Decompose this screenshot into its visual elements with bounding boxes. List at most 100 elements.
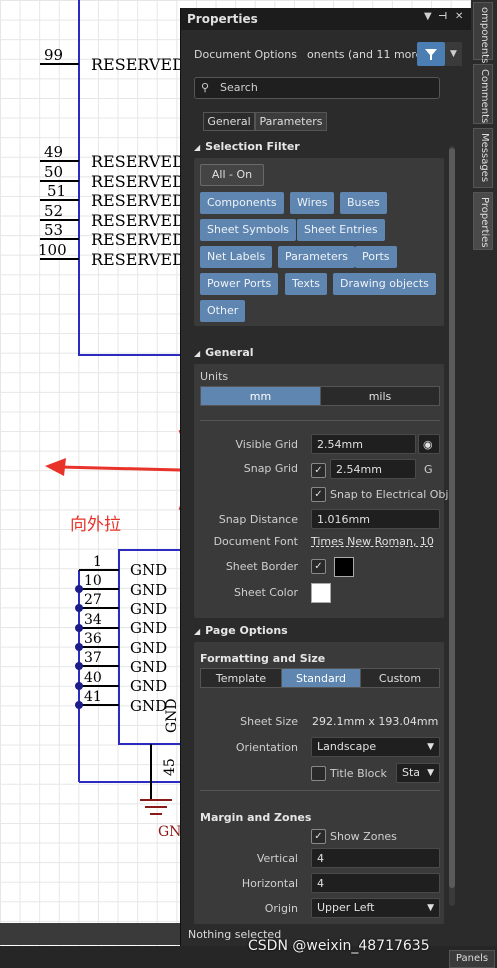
snap-grid-checkbox[interactable]: ✓ <box>311 463 326 478</box>
sheet-color-swatch[interactable] <box>311 583 331 603</box>
divider <box>200 420 440 421</box>
snap-distance-field[interactable]: 1.016mm <box>311 509 440 529</box>
search-box[interactable]: ⚲ Search <box>194 77 440 99</box>
snap-grid-label: Snap Grid <box>243 462 298 475</box>
units-mils[interactable]: mils <box>320 386 440 406</box>
pin-number: 49 <box>44 143 63 161</box>
gnd-vertical-label: GND <box>164 698 180 733</box>
pin-number: 10 <box>84 573 102 589</box>
side-tab-properties[interactable]: Properties <box>473 192 493 250</box>
sheet-color-label: Sheet Color <box>233 586 298 599</box>
filter-chip-components[interactable]: Components <box>200 192 284 214</box>
show-zones-checkbox[interactable]: ✓ <box>311 829 326 844</box>
pin-label: GND <box>130 697 167 715</box>
pin-number: 99 <box>44 46 63 64</box>
filter-chip-sheet-entries[interactable]: Sheet Entries <box>297 219 385 241</box>
document-font-link[interactable]: Times New Roman, 10 <box>311 535 434 548</box>
filter-chip-other[interactable]: Other <box>200 300 246 322</box>
margin-zones-heading: Margin and Zones <box>200 811 312 824</box>
filter-chip-drawing-objects[interactable]: Drawing objects <box>333 273 436 295</box>
filter-chip-buses[interactable]: Buses <box>340 192 387 214</box>
units-mm[interactable]: mm <box>200 386 321 406</box>
close-icon[interactable]: ✕ <box>455 11 463 22</box>
sheet-border-label: Sheet Border <box>225 560 298 573</box>
mode-standard[interactable]: Standard <box>281 668 361 688</box>
panel-scrollbar[interactable] <box>449 146 455 906</box>
sheet-border-checkbox[interactable]: ✓ <box>311 559 326 574</box>
pin-icon[interactable]: ⊣ <box>438 11 447 22</box>
sheet-size-label: Sheet Size <box>240 715 298 728</box>
orientation-label: Orientation <box>235 741 298 754</box>
horizontal-field[interactable]: 4 <box>311 873 440 893</box>
general-heading[interactable]: ◢ General <box>194 346 254 359</box>
title-block-dropdown[interactable]: Sta ▼ <box>396 763 440 783</box>
filter-chip-parameters[interactable]: Parameters <box>278 246 355 268</box>
pin-label: GND <box>130 677 167 695</box>
pin-label: RESERVED <box>91 211 185 230</box>
side-tab-comments[interactable]: Comments <box>473 64 493 124</box>
divider <box>200 790 440 791</box>
panel-menu-icon[interactable]: ▼ <box>424 11 432 22</box>
document-options[interactable]: Document Options onents (and 11 more) <box>189 42 427 66</box>
pin-number: 36 <box>84 631 102 647</box>
filter-chip-ports[interactable]: Ports <box>355 246 397 268</box>
pin-number: 50 <box>44 163 63 181</box>
annotation-text: 向外拉 <box>70 515 121 535</box>
filter-button[interactable] <box>417 42 445 66</box>
snap-grid-field[interactable]: 2.54mm <box>330 459 416 479</box>
vertical-field[interactable]: 4 <box>311 848 440 868</box>
horizontal-label: Horizontal <box>241 877 298 890</box>
panel-titlebar[interactable]: Properties ▼ ⊣ ✕ <box>181 8 471 30</box>
snap-grid-shortcut: G <box>424 463 433 476</box>
pin-label: GND <box>130 581 167 599</box>
filter-chip-power-ports[interactable]: Power Ports <box>200 273 279 295</box>
sheet-border-color[interactable] <box>334 557 354 577</box>
mode-template[interactable]: Template <box>200 668 282 688</box>
selection-filter-heading[interactable]: ◢ Selection Filter <box>194 140 300 153</box>
snap-distance-label: Snap Distance <box>218 513 298 526</box>
page-options-heading[interactable]: ◢ Page Options <box>194 624 288 637</box>
gnd-power-label: GN <box>158 824 181 840</box>
mode-custom[interactable]: Custom <box>360 668 440 688</box>
pin-number: 27 <box>84 592 102 608</box>
filter-chip-wires[interactable]: Wires <box>290 192 335 214</box>
selection-filter-box: All - On Components Wires Buses Sheet Sy… <box>194 158 444 326</box>
sheet-size-value: 292.1mm x 193.04mm <box>312 715 439 728</box>
doc-options-filter: onents (and 11 more) <box>307 48 427 61</box>
filter-dropdown-button[interactable]: ▼ <box>445 42 462 66</box>
search-icon: ⚲ <box>201 81 210 94</box>
scrollbar-thumb[interactable] <box>449 148 455 888</box>
orientation-dropdown[interactable]: Landscape ▼ <box>311 737 440 757</box>
pin-number: 45 <box>162 758 178 776</box>
filter-icon <box>425 49 437 60</box>
title-block-label: Title Block <box>330 767 387 780</box>
panel-title: Properties <box>187 12 258 26</box>
pin-label: GND <box>130 619 167 637</box>
visible-grid-field[interactable]: 2.54mm <box>311 434 416 454</box>
filter-chip-net-labels[interactable]: Net Labels <box>200 246 273 268</box>
pin-label: RESERVED <box>91 152 185 171</box>
tab-general[interactable]: General <box>203 112 255 131</box>
search-input[interactable]: Search <box>220 81 258 94</box>
pin-number: 51 <box>47 182 66 200</box>
all-on-button[interactable]: All - On <box>200 164 264 186</box>
eye-icon[interactable]: ◉ <box>418 434 440 454</box>
chevron-down-icon: ▼ <box>427 903 434 913</box>
side-tab-messages[interactable]: Messages <box>473 128 493 188</box>
general-box: Units mm mils Visible Grid 2.54mm ◉ Snap… <box>194 364 448 618</box>
filter-chip-sheet-symbols[interactable]: Sheet Symbols <box>200 219 297 241</box>
origin-dropdown[interactable]: Upper Left ▼ <box>311 898 440 918</box>
watermark: CSDN @weixin_48717635 <box>248 938 430 954</box>
side-tab-components[interactable]: omponents <box>473 2 493 63</box>
tab-parameters[interactable]: Parameters <box>255 112 327 131</box>
filter-chip-texts[interactable]: Texts <box>285 273 327 295</box>
panels-button[interactable]: Panels <box>449 950 495 968</box>
side-tab-strip: omponents Comments Messages Properties <box>471 0 497 946</box>
pin-label: RESERVED <box>91 55 185 74</box>
doc-options-label: Document Options <box>194 48 297 61</box>
pin-label: RESERVED <box>91 172 185 191</box>
title-block-checkbox[interactable] <box>311 766 326 781</box>
vertical-label: Vertical <box>256 852 298 865</box>
pin-label: RESERVED <box>91 191 185 210</box>
snap-electrical-checkbox[interactable]: ✓ <box>311 487 326 502</box>
